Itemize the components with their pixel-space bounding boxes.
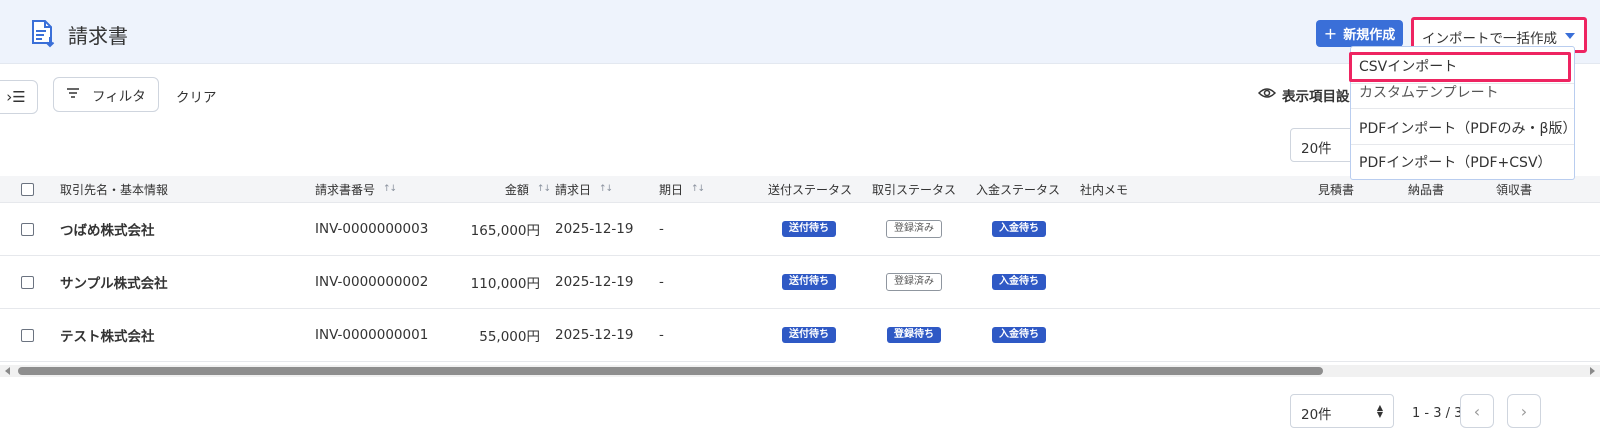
scrollbar-thumb[interactable] — [18, 367, 1323, 375]
prev-page-button[interactable]: ‹ — [1460, 394, 1494, 428]
due-date: - — [659, 274, 664, 290]
sort-icon: ↑↓ — [383, 184, 397, 194]
table-row[interactable]: テスト株式会社 INV-0000000001 55,000円 2025-12-1… — [0, 309, 1600, 362]
chevron-right-icon: › — [1520, 401, 1528, 421]
scroll-left-arrow-icon[interactable] — [5, 367, 10, 375]
sort-icon: ↑↓ — [536, 184, 551, 194]
send-status-cell: 送付待ち — [759, 309, 859, 361]
payment-status-badge: 入金待ち — [992, 221, 1046, 237]
col-header-memo: 社内メモ — [1080, 182, 1129, 197]
payment-status-badge: 入金待ち — [992, 274, 1046, 290]
invoice-date: 2025-12-19 — [555, 327, 634, 343]
col-header-estimate: 見積書 — [1317, 182, 1354, 197]
sort-icon: ↑↓ — [691, 184, 705, 194]
due-date: - — [659, 221, 664, 237]
menu-divider — [1351, 144, 1574, 145]
invoice-date: 2025-12-19 — [555, 221, 634, 237]
amount: 165,000円 — [470, 223, 540, 239]
send-status-badge: 送付待ち — [782, 327, 836, 343]
invoice-table: 取引先名・基本情報 請求書番号 ↑↓ 金額 ↑↓ 請求日 ↑↓ 期日 ↑↓ 送付ステータ… — [0, 176, 1600, 362]
payment-status-cell: 入金待ち — [969, 309, 1069, 361]
row-checkbox[interactable] — [21, 275, 34, 289]
deal-status-badge: 登録待ち — [887, 327, 941, 343]
filter-icon — [66, 87, 80, 103]
deal-status-cell: 登録済み — [864, 256, 964, 308]
send-status-cell: 送付待ち — [759, 203, 859, 255]
invoice-number: INV-0000000003 — [315, 221, 429, 237]
page-size-value: 20件 — [1301, 407, 1332, 423]
menu-item-pdf-csv-import[interactable]: PDFインポート（PDF+CSV） — [1351, 152, 1574, 172]
new-invoice-label: 新規作成 — [1343, 28, 1396, 43]
col-header-invoice-no[interactable]: 請求書番号 ↑↓ — [315, 176, 397, 202]
send-status-badge: 送付待ち — [782, 221, 836, 237]
deal-status-cell: 登録済み — [864, 203, 964, 255]
client-name[interactable]: つばめ株式会社 — [60, 203, 155, 255]
table-row[interactable]: つばめ株式会社 INV-0000000003 165,000円 2025-12-… — [0, 203, 1600, 256]
col-header-send-status: 送付ステータス — [767, 182, 852, 197]
deal-status-badge: 登録済み — [886, 273, 942, 291]
collapse-list-icon: ›☰ — [6, 88, 26, 106]
col-header-amount[interactable]: 金額 ↑↓ — [470, 176, 551, 202]
table-row[interactable]: サンプル株式会社 INV-0000000002 110,000円 2025-12… — [0, 256, 1600, 309]
clear-button[interactable]: クリア — [176, 86, 217, 106]
invoice-number: INV-0000000001 — [315, 327, 429, 343]
next-page-button[interactable]: › — [1507, 394, 1541, 428]
scroll-right-arrow-icon[interactable] — [1590, 367, 1595, 375]
menu-item-pdf-import-beta[interactable]: PDFインポート（PDFのみ・β版） — [1351, 118, 1577, 138]
menu-divider — [1351, 108, 1574, 109]
caret-down-icon — [1565, 33, 1575, 39]
page-title: 請求書 — [68, 24, 128, 48]
due-date: - — [659, 327, 664, 343]
select-all-checkbox[interactable] — [21, 182, 34, 196]
send-status-cell: 送付待ち — [759, 256, 859, 308]
row-checkbox-cell[interactable] — [21, 309, 34, 361]
eye-icon — [1257, 87, 1277, 103]
client-name[interactable]: テスト株式会社 — [60, 309, 155, 361]
amount: 110,000円 — [470, 276, 540, 292]
horizontal-scrollbar[interactable] — [0, 365, 1600, 377]
sort-icon: ↑↓ — [599, 184, 613, 194]
payment-status-cell: 入金待ち — [969, 256, 1069, 308]
deal-status-cell: 登録待ち — [864, 309, 964, 361]
col-header-deal-status: 取引ステータス — [871, 182, 956, 197]
csv-import-highlight — [1349, 52, 1571, 82]
col-header-client: 取引先名・基本情報 — [60, 182, 169, 197]
page-size-value: 20件 — [1301, 141, 1332, 157]
row-checkbox[interactable] — [21, 222, 34, 236]
filter-label: フィルタ — [92, 88, 146, 105]
column-settings-button[interactable]: 表示項目設定 — [1257, 85, 1363, 105]
col-header-payment-status: 入金ステータス — [975, 182, 1060, 197]
sidebar-toggle-button[interactable]: ›☰ — [0, 80, 38, 114]
invoice-doc-icon — [30, 19, 58, 53]
row-checkbox-cell[interactable] — [21, 256, 34, 308]
new-invoice-button[interactable]: + 新規作成 — [1316, 20, 1403, 47]
table-header-row: 取引先名・基本情報 請求書番号 ↑↓ 金額 ↑↓ 請求日 ↑↓ 期日 ↑↓ 送付ステータ… — [0, 176, 1600, 203]
col-header-due[interactable]: 期日 ↑↓ — [659, 176, 705, 202]
amount: 55,000円 — [479, 329, 540, 345]
plus-icon: + — [1323, 23, 1338, 43]
menu-item-custom-template[interactable]: カスタムテンプレート — [1351, 82, 1574, 102]
client-name[interactable]: サンプル株式会社 — [60, 256, 168, 308]
filter-button[interactable]: フィルタ — [53, 77, 159, 112]
col-header-date[interactable]: 請求日 ↑↓ — [555, 176, 613, 202]
invoice-number: INV-0000000002 — [315, 274, 429, 290]
deal-status-badge: 登録済み — [886, 220, 942, 238]
chevron-left-icon: ‹ — [1473, 401, 1481, 421]
row-checkbox[interactable] — [21, 328, 34, 342]
row-checkbox-cell[interactable] — [21, 203, 34, 255]
invoice-date: 2025-12-19 — [555, 274, 634, 290]
page-size-select[interactable]: 20件 ▲ ▼ — [1290, 394, 1394, 428]
send-status-badge: 送付待ち — [782, 274, 836, 290]
payment-status-cell: 入金待ち — [969, 203, 1069, 255]
select-all-checkbox-cell[interactable] — [21, 176, 34, 202]
payment-status-badge: 入金待ち — [992, 327, 1046, 343]
bulk-import-label: インポートで一括作成 — [1422, 31, 1557, 47]
select-updown-icon: ▲ ▼ — [1376, 403, 1383, 419]
